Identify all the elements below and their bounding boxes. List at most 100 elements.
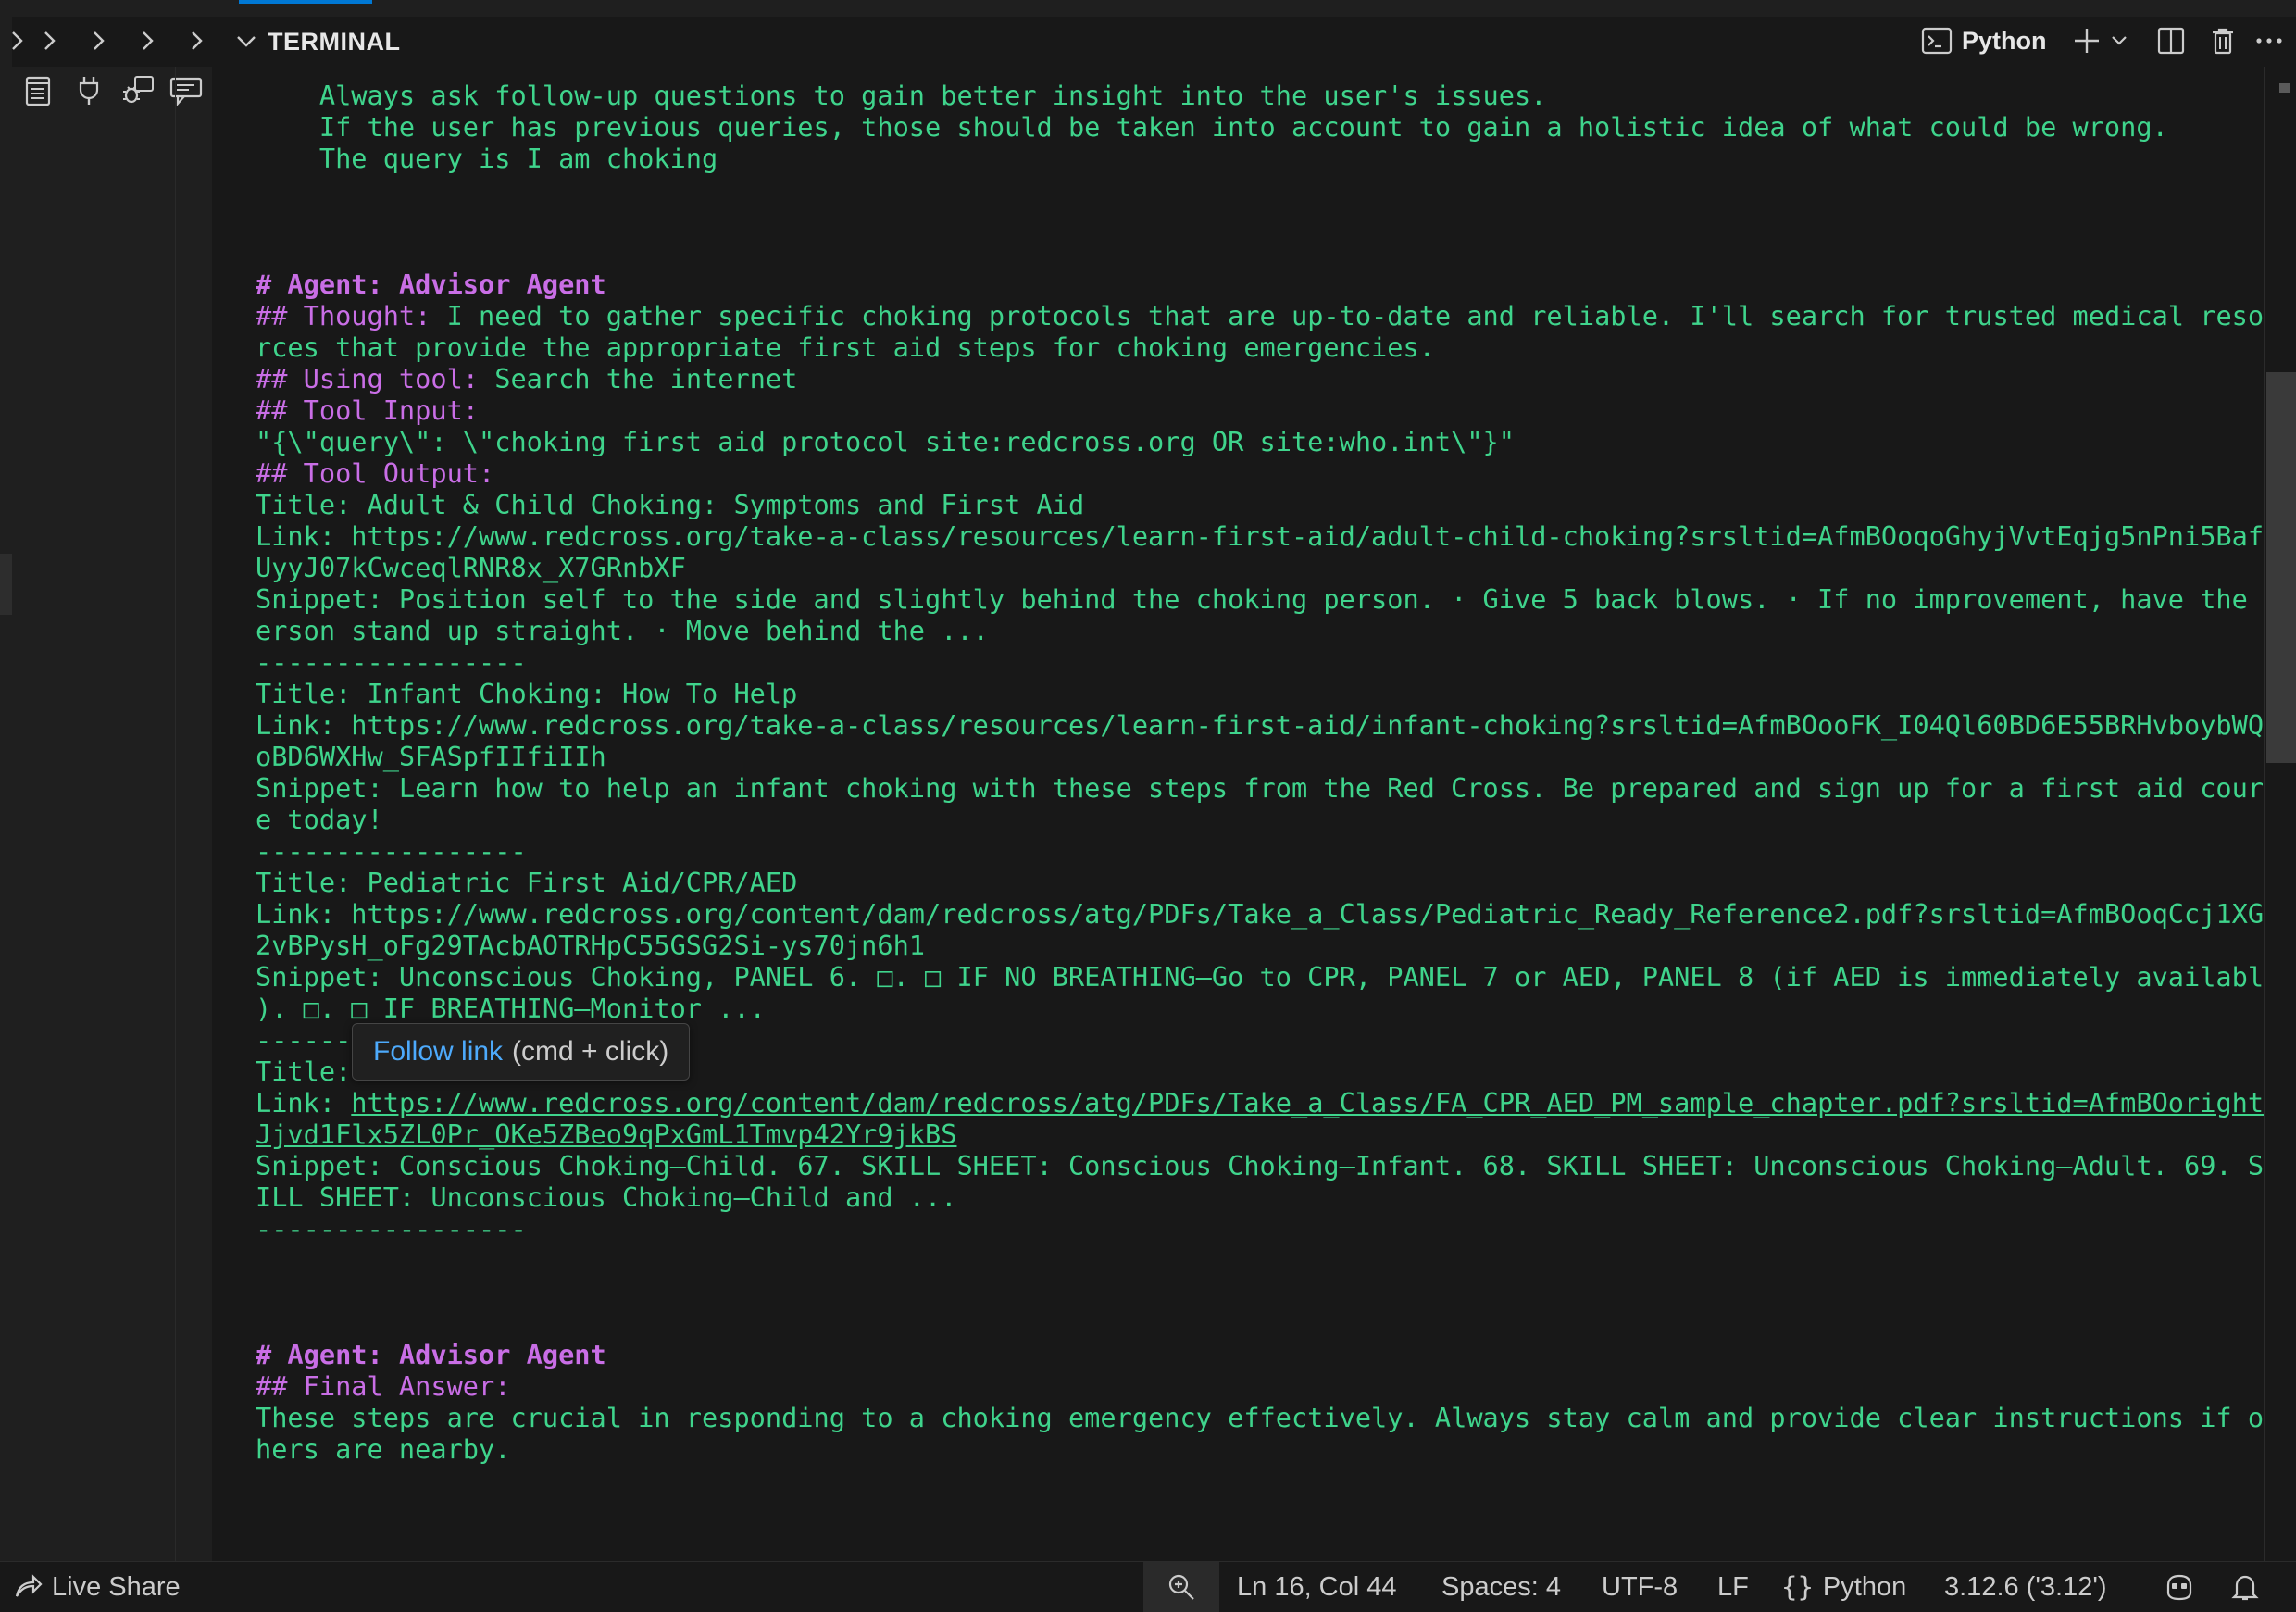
new-terminal-button[interactable] (2070, 20, 2103, 61)
terminal-line: hers are nearby. (256, 1433, 511, 1465)
braces-icon: {} (1781, 1571, 1814, 1603)
terminal-dropdown-button[interactable] (2106, 20, 2132, 61)
terminal-line: rces that provide the appropriate first … (256, 331, 1435, 363)
terminal-line: Title: Adult & Child Choking: Symptoms a… (256, 489, 1085, 520)
terminal-link[interactable]: Jjvd1Flx5ZL0Pr_OKe5ZBeo9qPxGmL1Tmvp42Yr9… (256, 1118, 2264, 1150)
chevron-right-icon[interactable] (179, 24, 216, 57)
encoding-status[interactable]: UTF-8 (1602, 1562, 1678, 1612)
line-body: Advisor Agent (398, 1339, 606, 1370)
indentation-label: Spaces: 4 (1441, 1571, 1561, 1602)
terminal-line: 2vBPysH_oFg29TAcbAOTRHpC55GSG2Si-ys70jn6… (256, 930, 926, 961)
more-actions-button[interactable] (2251, 20, 2288, 61)
encoding-label: UTF-8 (1602, 1571, 1678, 1602)
line-prefix: ## Using tool: (256, 363, 495, 394)
notebook-icon (25, 76, 51, 106)
terminal-line: Snippet: Position self to the side and s… (256, 583, 2264, 615)
terminal-line: UyyJ07kCwceqlRNR8x_X7GRnbXF (256, 552, 686, 583)
cursor-position[interactable]: Ln 16, Col 44 (1237, 1562, 1397, 1612)
line-prefix: ## Thought: (256, 300, 447, 331)
kill-terminal-button[interactable] (2204, 20, 2241, 61)
terminal-line: If the user has previous queries, those … (256, 111, 2168, 143)
copilot-icon (2166, 1574, 2192, 1601)
chat-tool-button[interactable] (165, 70, 207, 111)
chevron-right-icon[interactable] (31, 24, 69, 57)
ellipsis-icon (2256, 38, 2282, 44)
interpreter-label: 3.12.6 ('3.12') (1944, 1571, 2107, 1602)
terminal-line: Snippet: Learn how to help an infant cho… (256, 772, 2264, 804)
terminal-line: Snippet: Unconscious Choking, PANEL 6. □… (256, 961, 2264, 993)
terminal-line: ----------------- (256, 835, 527, 867)
line-body: I need to gather specific choking protoc… (446, 300, 2264, 331)
terminal-line: Always ask follow-up questions to gain b… (256, 80, 1547, 111)
zoom-in-icon (1168, 1574, 1194, 1600)
line-prefix: # Agent: (256, 1339, 399, 1370)
line-body: Advisor Agent (398, 269, 606, 300)
scroll-overview-mark (2279, 83, 2290, 93)
plus-icon (2075, 29, 2099, 53)
terminal-line: ). □. □ IF BREATHING—Monitor ... (256, 993, 766, 1024)
terminal-line: erson stand up straight. · Move behind t… (256, 615, 989, 646)
terminal-line: ## Final Answer: (256, 1370, 2264, 1402)
follow-link-text[interactable]: Follow link (373, 1036, 503, 1068)
live-share-button[interactable]: Live Share (13, 1562, 181, 1612)
terminal-line: Snippet: Conscious Choking—Child. 67. SK… (256, 1150, 2264, 1181)
notifications-button[interactable] (2231, 1562, 2259, 1612)
line-prefix: ## Tool Input: (256, 394, 480, 426)
terminal-python-button[interactable]: Python (1921, 20, 2047, 61)
chevron-right-icon[interactable] (81, 24, 118, 57)
terminal-line: # Agent: Advisor Agent (256, 1339, 2264, 1370)
terminal-output[interactable]: Always ask follow-up questions to gain b… (213, 67, 2264, 1561)
chevron-down-icon (2112, 36, 2127, 45)
link-hover-tooltip: Follow link (cmd + click) (352, 1023, 691, 1081)
zoom-button[interactable] (1143, 1562, 1219, 1612)
interpreter-status[interactable]: 3.12.6 ('3.12') (1944, 1562, 2107, 1612)
eol-label: LF (1717, 1571, 1749, 1602)
terminal-link[interactable]: https://www.redcross.org/content/dam/red… (351, 1087, 2264, 1118)
split-icon (2157, 27, 2185, 55)
trash-icon (2213, 28, 2233, 55)
language-mode[interactable]: {} Python (1781, 1562, 1906, 1612)
terminal-line: ## Using tool: Search the internet (256, 363, 2264, 394)
status-bar: Live Share Ln 16, Col 44 Spaces: 4 UTF-8… (0, 1561, 2296, 1612)
line-prefix: # Agent: (256, 269, 399, 300)
terminal-tools-sidebar (12, 67, 212, 1561)
sidebar-divider (175, 67, 176, 1561)
copilot-button[interactable] (2163, 1562, 2196, 1612)
terminal-line: ## Tool Input: (256, 394, 2264, 426)
cursor-position-label: Ln 16, Col 44 (1237, 1571, 1397, 1602)
line-prefix: Link: (256, 1087, 352, 1118)
terminal-line: Link: https://www.redcross.org/take-a-cl… (256, 520, 2264, 552)
terminal-line: Link: https://www.redcross.org/content/d… (256, 1087, 2264, 1118)
chat-icon (169, 77, 203, 106)
terminal-profile-label: Python (1962, 26, 2047, 55)
tab-terminal[interactable]: TERMINAL (234, 24, 400, 59)
follow-link-hint: (cmd + click) (512, 1036, 669, 1067)
terminal-line: ----------------- (256, 646, 527, 678)
plug-tool-button[interactable] (68, 70, 110, 111)
top-strip (0, 0, 2296, 17)
terminal-scrollbar[interactable] (2264, 67, 2296, 1561)
terminal-icon (1921, 27, 1953, 55)
live-share-label: Live Share (52, 1571, 181, 1602)
terminal-line: ----------------- (256, 1213, 527, 1244)
indentation-status[interactable]: Spaces: 4 (1441, 1562, 1561, 1612)
split-terminal-button[interactable] (2152, 20, 2190, 61)
live-share-icon (15, 1574, 43, 1597)
terminal-line: # Agent: Advisor Agent (256, 269, 2264, 300)
scrollbar-thumb[interactable] (2266, 372, 2296, 763)
terminal-section-title: TERMINAL (268, 27, 401, 56)
eol-status[interactable]: LF (1717, 1562, 1749, 1612)
notebook-tool-button[interactable] (17, 70, 59, 111)
terminal-line: Link: https://www.redcross.org/content/d… (256, 898, 2264, 930)
chevron-right-icon[interactable] (130, 24, 167, 57)
terminal-line: "{\"query\": \"choking first aid protoco… (256, 426, 1515, 457)
debug-tool-button[interactable] (117, 70, 159, 111)
bell-icon (2231, 1575, 2259, 1601)
terminal-line: Title: Pediatric First Aid/CPR/AED (256, 867, 798, 898)
